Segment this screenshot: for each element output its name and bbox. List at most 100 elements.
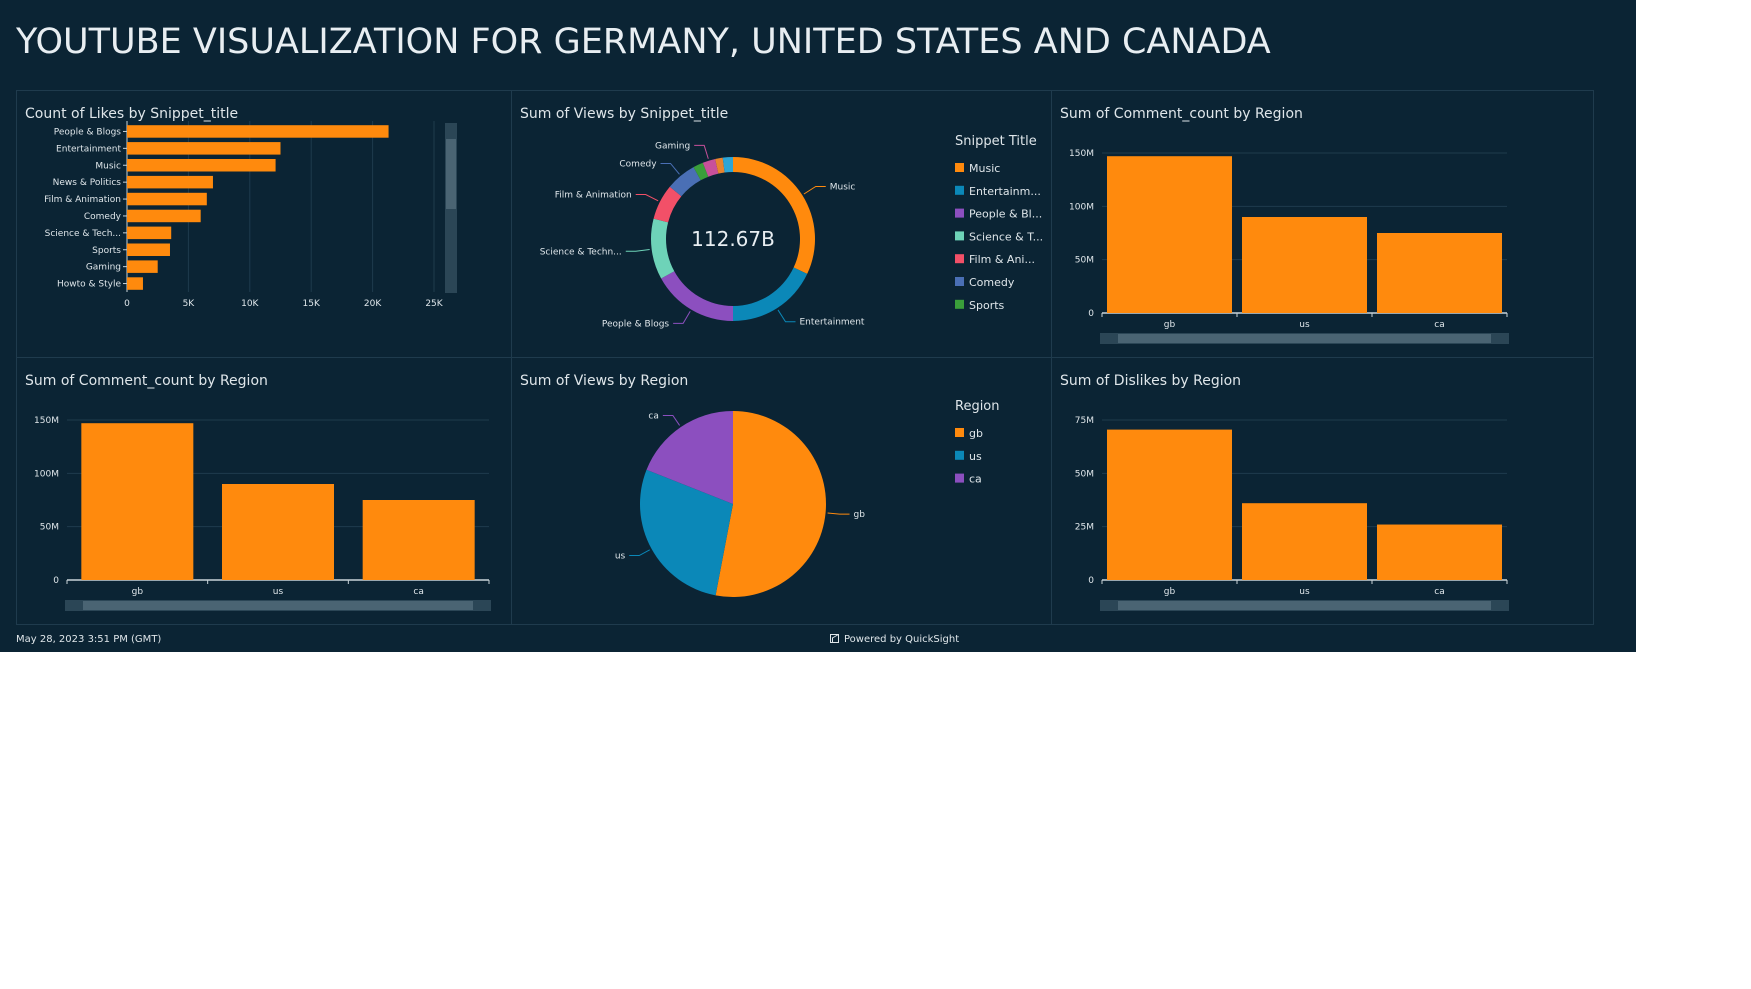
bar xyxy=(127,243,170,256)
panel-views-by-region[interactable]: Sum of Views by Region gb us ca Region gb us c… xyxy=(511,357,1052,625)
legend-swatch xyxy=(955,428,964,437)
x-category-label: gb xyxy=(1164,587,1176,597)
slice-leader-line xyxy=(803,185,826,195)
x-category-label: ca xyxy=(1434,587,1444,597)
legend-title: Snippet Title xyxy=(955,134,1037,149)
legend-title: Region xyxy=(955,399,1000,414)
x-category-label: ca xyxy=(1434,320,1444,330)
pie-slice xyxy=(733,157,815,274)
y-category-label: Film & Animation xyxy=(44,195,121,205)
pie-slice xyxy=(661,271,733,321)
panel-likes-by-snippet[interactable]: Count of Likes by Snippet_title 0 5K 10K 15… xyxy=(16,90,512,358)
slice-leader-line xyxy=(635,194,659,202)
comments-bar-chart: 0 50M 100M 150M gb us ca xyxy=(34,416,491,611)
panel-dislikes-by-region[interactable]: Sum of Dislikes by Region 0 25M 50M 75M gb us… xyxy=(1051,357,1594,625)
panel-comments-by-region-top[interactable]: Sum of Comment_count by Region 0 50M 100M 1… xyxy=(1051,90,1594,358)
legend-label: Entertainm... xyxy=(969,185,1041,198)
x-category-label: gb xyxy=(1164,320,1176,330)
x-tick-label: 15K xyxy=(303,299,321,309)
y-category-label: People & Blogs xyxy=(54,127,122,137)
slice-leader-line xyxy=(662,415,681,426)
bar xyxy=(127,142,281,155)
y-tick-label: 50M xyxy=(1075,469,1094,479)
x-tick-label: 5K xyxy=(183,299,196,309)
legend-swatch xyxy=(955,473,964,483)
legend-label: Science & T... xyxy=(969,230,1043,243)
bar xyxy=(1107,156,1232,313)
legend-label: Film & Ani... xyxy=(969,253,1035,266)
y-tick-label: 0 xyxy=(53,576,59,586)
legend-swatch xyxy=(955,208,964,218)
y-category-label: Comedy xyxy=(84,212,122,222)
x-tick-label: 0 xyxy=(124,299,130,309)
legend-label: us xyxy=(969,450,982,463)
slice-leader-line xyxy=(673,311,691,324)
legend-swatch xyxy=(955,231,964,241)
pie-slice xyxy=(733,267,808,321)
slice-label: Music xyxy=(830,182,856,192)
bar xyxy=(127,226,172,240)
x-category-label: ca xyxy=(413,587,423,597)
bar xyxy=(1377,233,1502,313)
scrollbar-thumb xyxy=(1118,601,1491,610)
legend-label: People & Bl... xyxy=(969,208,1042,221)
bar xyxy=(127,192,207,206)
views-donut-chart: Music Entertainment People & Blogs Science … xyxy=(540,134,1043,329)
legend-swatch xyxy=(955,299,964,309)
bar xyxy=(127,125,389,138)
panel-comments-by-region-bottom[interactable]: Sum of Comment_count by Region 0 50M 100M 1… xyxy=(16,357,512,625)
y-tick-label: 150M xyxy=(34,416,59,426)
views-pie-chart: gb us ca Region gb us ca xyxy=(615,399,1000,597)
x-category-label: us xyxy=(1299,587,1310,597)
legend-label: Sports xyxy=(969,299,1005,312)
pie-slice xyxy=(651,218,675,279)
y-tick-label: 0 xyxy=(1088,309,1094,319)
bar xyxy=(362,500,475,580)
x-category-label: gb xyxy=(132,587,144,597)
bar xyxy=(1377,524,1502,580)
y-category-label: Entertainment xyxy=(56,144,121,154)
y-tick-label: 50M xyxy=(1075,256,1094,266)
bar xyxy=(127,277,143,290)
bar xyxy=(127,159,276,172)
slice-label: Film & Animation xyxy=(555,191,632,201)
y-category-label: Sports xyxy=(92,246,121,256)
x-category-label: us xyxy=(273,587,284,597)
footer-powered-by[interactable]: Powered by QuickSight xyxy=(830,634,959,645)
legend-label: ca xyxy=(969,473,982,486)
slice-label: ca xyxy=(648,412,658,422)
y-category-label: Howto & Style xyxy=(57,280,121,290)
bar xyxy=(222,484,334,580)
x-category-label: us xyxy=(1299,320,1310,330)
scrollbar-thumb xyxy=(83,601,473,610)
slice-label: us xyxy=(615,552,626,562)
slice-leader-line xyxy=(660,162,680,175)
dashboard: YOUTUBE VISUALIZATION FOR GERMANY, UNITE… xyxy=(0,0,1636,652)
legend-label: Comedy xyxy=(969,276,1015,289)
slice-leader-line xyxy=(777,309,796,323)
y-tick-label: 25M xyxy=(1075,523,1094,533)
slice-leader-line xyxy=(694,144,709,159)
dashboard-title: YOUTUBE VISUALIZATION FOR GERMANY, UNITE… xyxy=(16,22,1271,62)
slice-label: Gaming xyxy=(655,141,690,151)
slice-leader-line xyxy=(827,512,850,515)
legend-label: gb xyxy=(969,427,983,440)
bar xyxy=(1242,503,1367,580)
footer-date: May 28, 2023 3:51 PM (GMT) xyxy=(16,634,162,645)
legend-swatch xyxy=(955,185,964,195)
legend-label: Music xyxy=(969,162,1000,175)
dislikes-bar-chart: 0 25M 50M 75M gb us ca xyxy=(1075,416,1509,611)
x-tick-label: 20K xyxy=(364,299,382,309)
bar xyxy=(127,175,213,189)
y-tick-label: 50M xyxy=(40,523,59,533)
bar xyxy=(81,423,194,580)
x-tick-label: 25K xyxy=(425,299,443,309)
y-tick-label: 100M xyxy=(1069,202,1094,212)
slice-label: People & Blogs xyxy=(602,319,670,329)
legend-swatch xyxy=(955,450,964,460)
bar xyxy=(1242,217,1367,313)
scrollbar-thumb xyxy=(446,139,456,209)
panel-views-by-snippet[interactable]: Sum of Views by Snippet_title Music Enter… xyxy=(511,90,1052,358)
comments-bar-chart: 0 50M 100M 150M gb us ca xyxy=(1069,149,1509,344)
legend-swatch xyxy=(955,277,964,286)
